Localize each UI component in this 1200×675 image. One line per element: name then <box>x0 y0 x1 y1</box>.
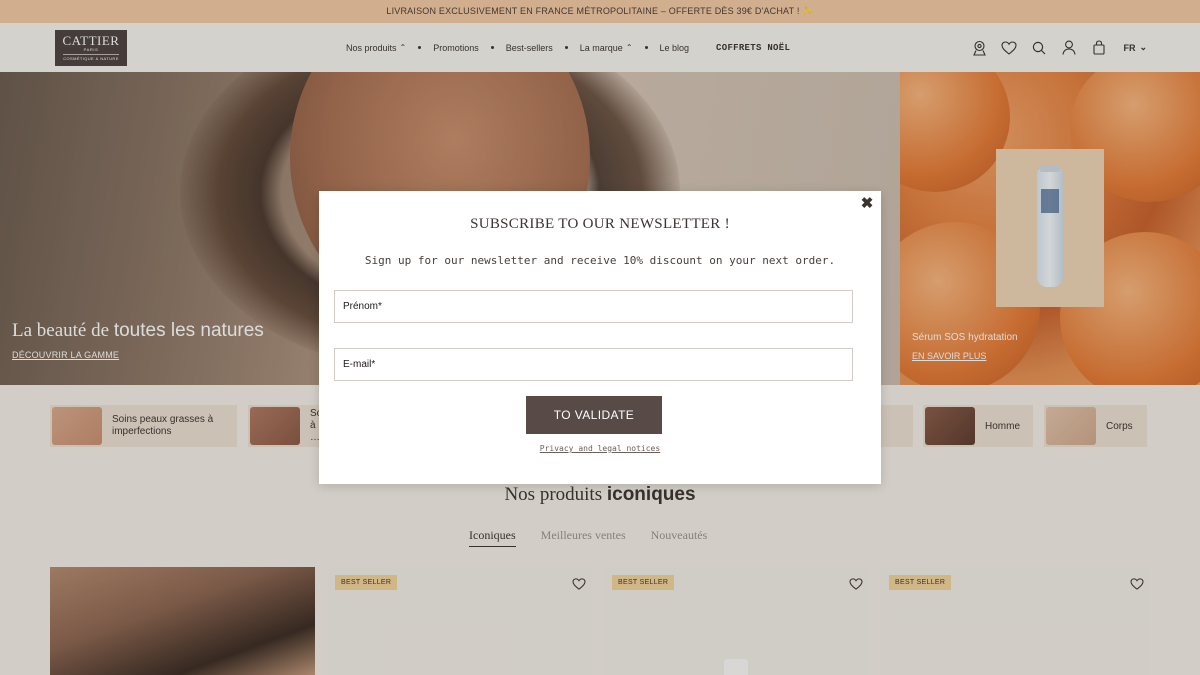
email-field[interactable] <box>334 348 853 381</box>
newsletter-modal: ✖ SUBSCRIBE TO OUR NEWSLETTER ! Sign up … <box>319 191 881 484</box>
modal-subtitle: Sign up for our newsletter and receive 1… <box>364 254 836 267</box>
modal-title: SUBSCRIBE TO OUR NEWSLETTER ! <box>470 216 730 232</box>
close-icon[interactable]: ✖ <box>859 195 875 212</box>
privacy-legal-link[interactable]: Privacy and legal notices <box>319 444 881 453</box>
firstname-field[interactable] <box>334 290 853 323</box>
validate-button[interactable]: TO VALIDATE <box>526 396 662 434</box>
